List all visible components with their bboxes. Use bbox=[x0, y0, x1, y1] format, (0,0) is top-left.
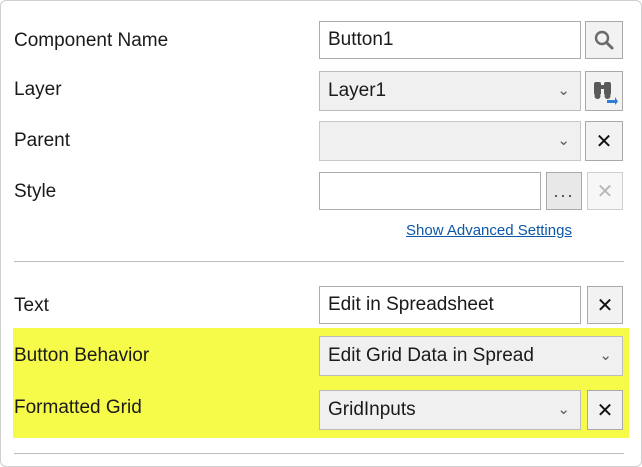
close-icon: ✕ bbox=[595, 130, 613, 153]
button-behavior-label: Button Behavior bbox=[14, 345, 150, 366]
ellipsis-icon: ... bbox=[553, 180, 575, 201]
close-icon: ✕ bbox=[596, 180, 614, 203]
divider bbox=[14, 453, 624, 454]
binoculars-icon bbox=[594, 82, 618, 105]
search-icon bbox=[594, 30, 614, 50]
chevron-down-icon: ⌄ bbox=[557, 82, 570, 100]
formatted-grid-value: GridInputs bbox=[328, 399, 416, 420]
formatted-grid-label: Formatted Grid bbox=[14, 397, 142, 418]
parent-label: Parent bbox=[14, 130, 70, 151]
parent-dropdown[interactable]: ⌄ bbox=[319, 121, 581, 161]
style-input[interactable] bbox=[319, 172, 541, 210]
properties-panel: Component Name Button1 Layer Layer1 ⌄ Pa… bbox=[0, 0, 642, 467]
search-button[interactable] bbox=[585, 21, 623, 59]
button-behavior-dropdown[interactable]: Edit Grid Data in Spread ⌄ bbox=[319, 336, 623, 376]
layer-dropdown[interactable]: Layer1 ⌄ bbox=[319, 71, 581, 111]
text-clear-button[interactable]: ✕ bbox=[587, 286, 623, 324]
formatted-grid-dropdown[interactable]: GridInputs ⌄ bbox=[319, 390, 581, 430]
style-clear-button[interactable]: ✕ bbox=[587, 172, 623, 210]
divider bbox=[14, 261, 624, 262]
component-name-input[interactable]: Button1 bbox=[319, 21, 581, 59]
chevron-down-icon: ⌄ bbox=[557, 132, 570, 150]
layer-value: Layer1 bbox=[328, 80, 387, 101]
chevron-down-icon: ⌄ bbox=[557, 401, 570, 419]
close-icon: ✕ bbox=[596, 399, 614, 422]
text-label: Text bbox=[14, 295, 49, 316]
close-icon: ✕ bbox=[596, 294, 614, 317]
show-advanced-settings-link[interactable]: Show Advanced Settings bbox=[406, 222, 572, 239]
style-label: Style bbox=[14, 181, 57, 202]
chevron-down-icon: ⌄ bbox=[599, 347, 612, 365]
style-browse-button[interactable]: ... bbox=[546, 172, 582, 210]
parent-clear-button[interactable]: ✕ bbox=[585, 121, 623, 161]
formatted-grid-clear-button[interactable]: ✕ bbox=[587, 390, 623, 430]
layer-action-button[interactable] bbox=[585, 71, 623, 111]
button-behavior-value: Edit Grid Data in Spread bbox=[328, 345, 534, 366]
text-input[interactable]: Edit in Spreadsheet bbox=[319, 286, 581, 324]
component-name-label: Component Name bbox=[14, 30, 169, 51]
layer-label: Layer bbox=[14, 79, 62, 100]
